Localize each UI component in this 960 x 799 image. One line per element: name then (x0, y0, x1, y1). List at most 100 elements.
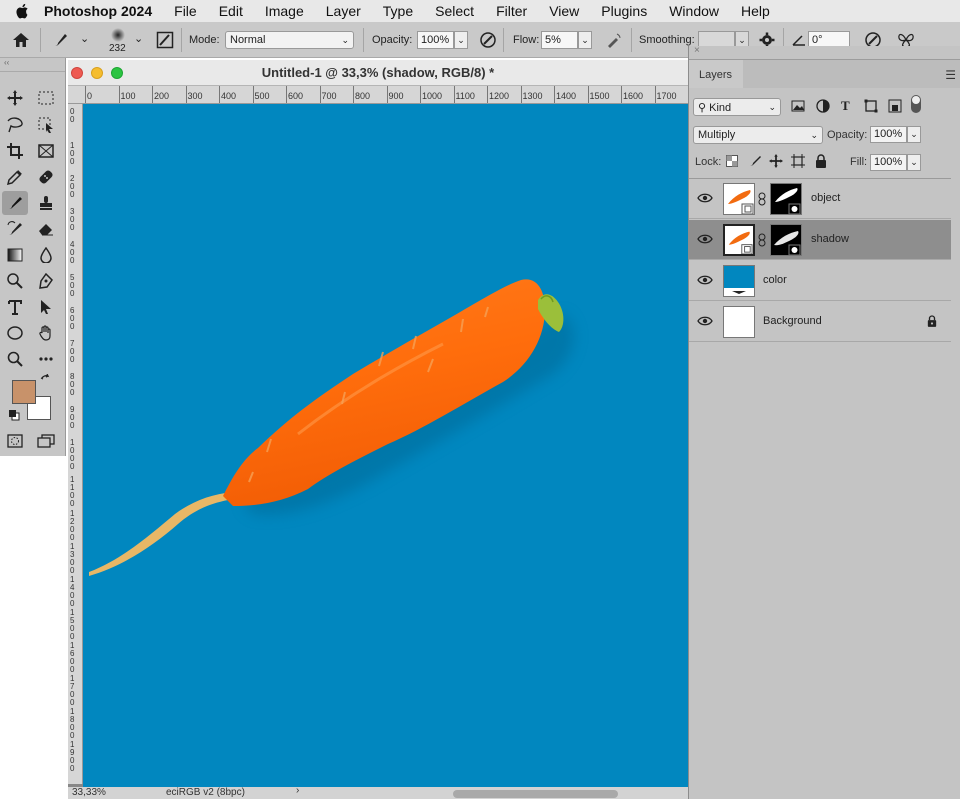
marquee-tool-icon[interactable] (33, 86, 59, 110)
filter-adjustment-icon[interactable] (816, 99, 830, 116)
airbrush-icon[interactable] (603, 30, 625, 50)
layer-opacity-field[interactable]: 100% (870, 126, 907, 143)
panel-close-icon[interactable]: × (694, 45, 700, 56)
menu-select[interactable]: Select (435, 3, 474, 19)
foreground-color-swatch[interactable] (12, 380, 36, 404)
menu-type[interactable]: Type (383, 3, 413, 19)
fill-layer-thumbnail[interactable] (723, 265, 755, 297)
menu-window[interactable]: Window (669, 3, 719, 19)
hand-tool-icon[interactable] (33, 321, 59, 345)
layer-name[interactable]: color (763, 274, 787, 286)
clone-stamp-tool-icon[interactable] (33, 191, 59, 215)
menu-filter[interactable]: Filter (496, 3, 527, 19)
visibility-eye-icon[interactable] (697, 274, 713, 286)
lock-all-icon[interactable] (815, 154, 827, 171)
lasso-tool-icon[interactable] (2, 113, 28, 137)
layer-lock-icon[interactable] (927, 315, 937, 330)
panel-menu-icon[interactable]: ☰ (945, 68, 956, 82)
move-tool-icon[interactable] (2, 86, 28, 110)
brush-preview-icon[interactable] (107, 25, 129, 45)
default-colors-icon[interactable] (6, 408, 22, 422)
opacity-dropdown-icon[interactable]: ⌄ (454, 31, 468, 49)
lock-position-icon[interactable] (769, 154, 783, 171)
dodge-tool-icon[interactable] (2, 269, 28, 293)
layer-thumbnail[interactable] (723, 306, 755, 338)
brush-tool-icon[interactable] (2, 191, 28, 215)
type-tool-icon[interactable] (2, 295, 28, 319)
lock-artboard-icon[interactable] (791, 154, 805, 171)
crop-tool-icon[interactable] (2, 139, 28, 163)
menu-plugins[interactable]: Plugins (601, 3, 647, 19)
visibility-eye-icon[interactable] (697, 233, 713, 245)
menu-layer[interactable]: Layer (326, 3, 361, 19)
color-profile[interactable]: eciRGB v2 (8bpc) (166, 787, 245, 798)
visibility-eye-icon[interactable] (697, 192, 713, 204)
swap-colors-icon[interactable] (38, 372, 54, 388)
gradient-tool-icon[interactable] (2, 243, 28, 267)
layer-row-shadow[interactable]: shadow (689, 220, 951, 260)
pressure-opacity-icon[interactable] (477, 30, 499, 50)
toolbox-grip[interactable]: ‹‹ (0, 58, 65, 72)
brush-tool-preset-icon[interactable] (50, 30, 72, 50)
history-brush-tool-icon[interactable] (2, 217, 28, 241)
layer-name[interactable]: object (811, 192, 840, 204)
layer-mask-thumbnail[interactable] (770, 183, 802, 215)
layer-name[interactable]: shadow (811, 233, 849, 245)
horizontal-scrollbar[interactable] (453, 790, 618, 798)
object-selection-tool-icon[interactable] (33, 113, 59, 137)
menu-edit[interactable]: Edit (219, 3, 243, 19)
filter-type-icon[interactable]: T (841, 98, 850, 114)
horizontal-ruler[interactable]: 0 100 200 300 400 500 600 700 800 900 1000 1100 1200… (68, 86, 688, 104)
vertical-ruler[interactable]: 00 100 200 300 400 500 600 700 800 900 1… (68, 104, 83, 784)
screen-mode-icon[interactable] (33, 429, 59, 453)
lock-transparent-pixels-icon[interactable] (726, 155, 738, 170)
healing-brush-tool-icon[interactable] (33, 165, 59, 189)
frame-tool-icon[interactable] (33, 139, 59, 163)
menu-image[interactable]: Image (265, 3, 304, 19)
eraser-tool-icon[interactable] (33, 217, 59, 241)
fill-dropdown-icon[interactable]: ⌄ (907, 154, 921, 171)
brush-settings-panel-icon[interactable] (154, 30, 176, 50)
pen-tool-icon[interactable] (33, 269, 59, 293)
blur-tool-icon[interactable] (33, 243, 59, 267)
filter-shape-icon[interactable] (864, 99, 878, 116)
mode-select[interactable]: Normal ⌄ (225, 31, 354, 49)
mask-link-chain-icon[interactable] (758, 192, 766, 209)
zoom-level[interactable]: 33,33% (72, 787, 106, 798)
brush-size-chevron-icon[interactable]: ⌄ (134, 32, 143, 45)
layer-name[interactable]: Background (763, 315, 822, 327)
blend-mode-select[interactable]: Multiply ⌄ (693, 126, 823, 144)
canvas[interactable] (83, 104, 688, 788)
filter-pixel-icon[interactable] (791, 100, 805, 115)
more-tools-icon[interactable] (33, 347, 59, 371)
panel-collapse-bar[interactable]: × (689, 45, 960, 60)
opacity-field[interactable]: 100% (417, 31, 454, 49)
apple-logo-icon[interactable] (14, 3, 32, 19)
quick-mask-icon[interactable] (2, 429, 28, 453)
layer-thumbnail[interactable] (723, 224, 755, 256)
home-icon[interactable] (10, 30, 32, 50)
menu-view[interactable]: View (549, 3, 579, 19)
status-chevron-icon[interactable]: › (296, 785, 299, 796)
menu-app-name[interactable]: Photoshop 2024 (44, 3, 152, 19)
eyedropper-tool-icon[interactable] (2, 165, 28, 189)
layer-row-object[interactable]: object (689, 179, 951, 219)
layer-row-background[interactable]: Background (689, 302, 951, 342)
menu-file[interactable]: File (174, 3, 197, 19)
menu-help[interactable]: Help (741, 3, 770, 19)
layer-thumbnail[interactable] (723, 183, 755, 215)
chevron-down-icon[interactable]: ⌄ (80, 32, 89, 45)
layers-tab[interactable]: Layers (689, 60, 743, 88)
filter-kind-select[interactable]: ⚲ Kind ⌄ (693, 98, 781, 116)
ellipse-tool-icon[interactable] (2, 321, 28, 345)
lock-image-pixels-icon[interactable] (748, 154, 762, 171)
flow-field[interactable]: 5% (541, 31, 578, 49)
layer-opacity-dropdown-icon[interactable]: ⌄ (907, 126, 921, 143)
layer-row-color[interactable]: color (689, 261, 951, 301)
visibility-eye-icon[interactable] (697, 315, 713, 327)
path-selection-tool-icon[interactable] (33, 295, 59, 319)
filter-smart-object-icon[interactable] (888, 99, 902, 116)
zoom-tool-icon[interactable] (2, 347, 28, 371)
filter-toggle[interactable] (911, 95, 921, 113)
layer-mask-thumbnail[interactable] (770, 224, 802, 256)
